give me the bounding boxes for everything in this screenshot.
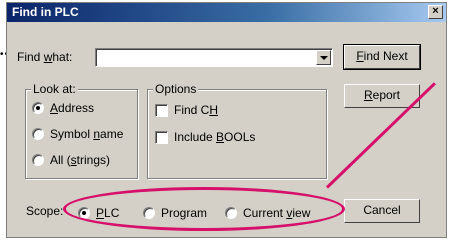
all-strings-radio[interactable] [32, 154, 44, 166]
symbol-name-label[interactable]: Symbol name [50, 127, 123, 141]
highlight-ellipse [63, 187, 345, 231]
chevron-down-icon[interactable] [316, 50, 331, 65]
find-what-label: Find what: [17, 50, 73, 64]
find-what-combobox[interactable] [95, 48, 333, 67]
options-group: Options Find CH Include BOOLs [147, 82, 327, 179]
symbol-name-radio[interactable] [32, 128, 44, 140]
options-title: Options [153, 82, 199, 96]
find-ch-checkbox[interactable] [155, 104, 168, 117]
report-button[interactable]: Report [344, 84, 420, 108]
scope-label: Scope: [26, 204, 64, 218]
address-radio[interactable] [32, 102, 44, 114]
close-icon[interactable]: × [428, 5, 443, 19]
title-bar: Find in PLC × [7, 3, 446, 22]
include-bools-label[interactable]: Include BOOLs [174, 130, 255, 144]
find-ch-label[interactable]: Find CH [174, 103, 218, 117]
window-title: Find in PLC [12, 5, 79, 19]
look-at-title: Look at: [31, 82, 78, 96]
cancel-button[interactable]: Cancel [344, 199, 420, 223]
find-next-button[interactable]: Find Next [343, 44, 421, 70]
look-at-group: Look at: Address Symbol name All (string… [25, 82, 138, 179]
all-strings-label[interactable]: All (strings) [50, 153, 110, 167]
address-label[interactable]: Address [50, 101, 94, 115]
include-bools-checkbox[interactable] [155, 131, 168, 144]
